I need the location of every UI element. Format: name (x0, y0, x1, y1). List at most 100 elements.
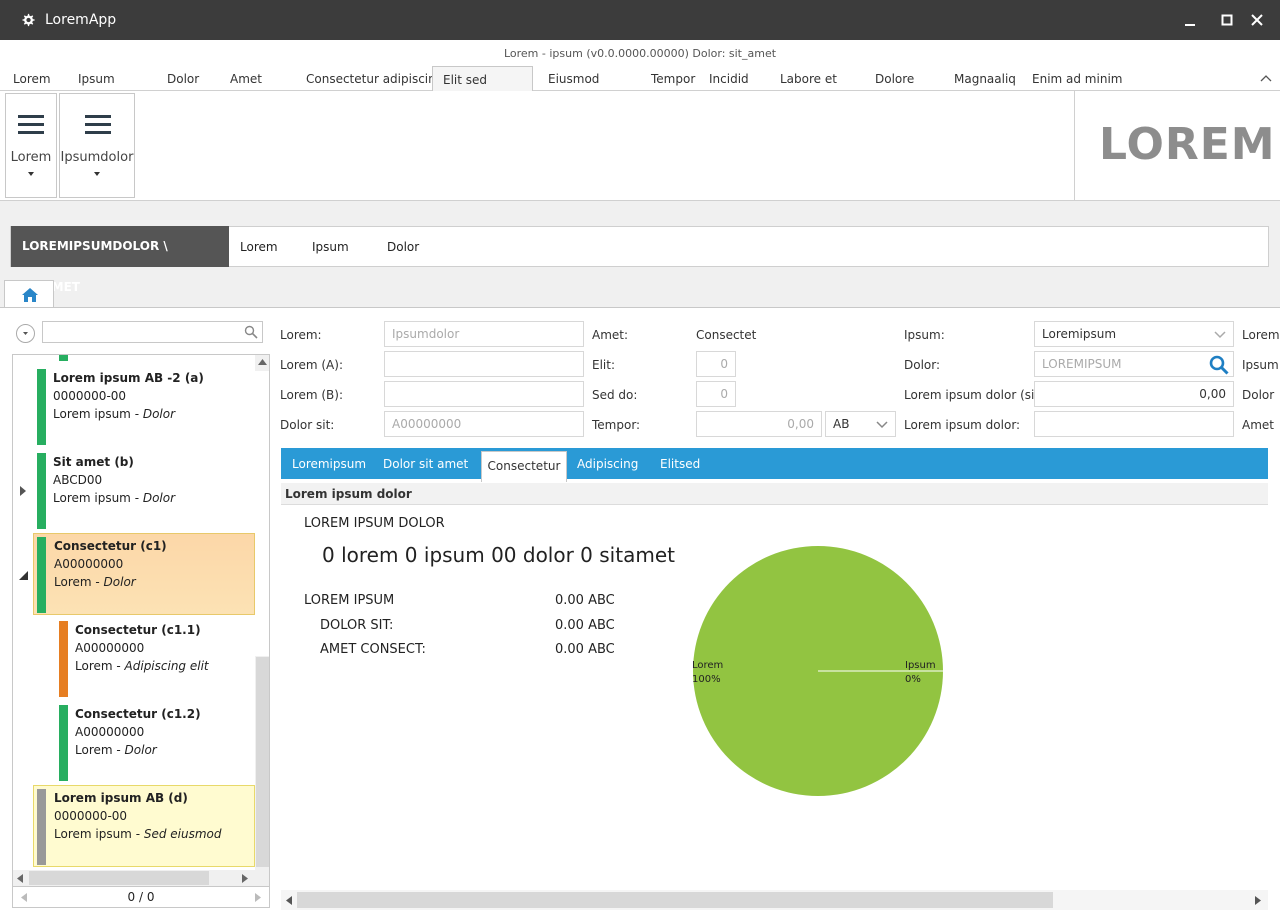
status-label: Amet: (592, 328, 629, 342)
breadcrumb-link[interactable]: Dolor (387, 227, 419, 267)
scroll-left-icon[interactable] (17, 874, 23, 883)
next-page-icon[interactable] (255, 893, 261, 902)
truncated-label: Ipsum (1242, 358, 1279, 372)
priority-field[interactable]: 0 (696, 381, 736, 407)
tree-item-highlighted[interactable]: Lorem ipsum AB (d) 0000000-00 Lorem ipsu… (33, 785, 255, 867)
detail-horizontal-scrollbar[interactable] (281, 890, 1268, 910)
menu-item[interactable]: Lorem (13, 66, 51, 91)
tree-item[interactable]: Consectetur (c1.2) A00000000 Lorem - Dol… (59, 705, 255, 787)
search-icon (244, 325, 258, 339)
production-ribbon-button[interactable]: Lorem (5, 93, 57, 198)
menu-item[interactable]: Dolore (875, 66, 914, 91)
tree-item[interactable]: Lorem ipsum AB -2 (a) 0000000-00 Lorem i… (37, 369, 255, 451)
overhead-field[interactable]: 0,00 (1034, 381, 1234, 407)
tree-item-code: 0000000-00 (54, 809, 128, 823)
tree-status-bar (59, 705, 68, 781)
name-a-field[interactable] (384, 351, 584, 377)
scroll-left-icon[interactable] (286, 896, 292, 905)
stock-field-value: LOREMIPSUM (1042, 357, 1122, 371)
expand-arrow-icon[interactable] (19, 486, 27, 496)
breadcrumb-link[interactable]: Lorem (240, 227, 278, 267)
home-tab[interactable] (4, 280, 54, 308)
tree-horizontal-scrollbar[interactable] (12, 870, 270, 886)
collapse-arrow-icon[interactable] (19, 571, 28, 580)
main-menu: Lorem Ipsum Dolor Amet Consectetur adipi… (0, 66, 1280, 92)
caret-down-icon (94, 172, 100, 176)
cost-pie-chart: Lorem 100% Ipsum 0% (692, 546, 943, 796)
menu-item[interactable]: Eiusmod (548, 66, 599, 91)
truncated-label: Dolor (1242, 388, 1275, 402)
status-value: Consectet (696, 328, 757, 342)
scrollbar-thumb[interactable] (256, 657, 269, 867)
menu-item[interactable]: Tempor (651, 66, 695, 91)
production-plan-ribbon-button[interactable]: Ipsumdolor (59, 93, 135, 198)
name-a-label: Lorem (A): (280, 358, 343, 372)
tree-item-type: Lorem - Dolor (75, 743, 157, 757)
scroll-up-icon[interactable] (258, 359, 267, 365)
tab-precalculation[interactable]: Consectetur (481, 451, 567, 482)
menu-item[interactable]: Ipsum (78, 66, 115, 91)
scroll-right-icon[interactable] (242, 874, 248, 883)
min-serial-field[interactable] (1034, 411, 1234, 437)
tree-options-button[interactable] (16, 324, 35, 343)
quantity-label: Tempor: (592, 418, 641, 432)
tree-vertical-scrollbar[interactable] (255, 355, 269, 885)
scrollbar-thumb[interactable] (297, 892, 1053, 908)
tab-packaging[interactable]: Elitsed (660, 448, 700, 479)
chevron-up-icon[interactable] (1260, 72, 1272, 84)
external-code-field[interactable]: A00000000 (384, 411, 584, 437)
tree-item-type: Lorem ipsum - Sed eiusmod (54, 827, 222, 841)
tree-item[interactable]: Consectetur (c1.1) A00000000 Lorem - Adi… (59, 621, 255, 703)
gear-icon (22, 13, 35, 27)
tree-item-code: A00000000 (75, 725, 145, 739)
tab-subcontractor[interactable]: Adipiscing (577, 448, 638, 479)
menu-item[interactable]: Dolor (167, 66, 199, 91)
type-select[interactable]: Loremipsum (1034, 321, 1234, 347)
menu-item[interactable]: Amet (230, 66, 262, 91)
tree-item-selected[interactable]: Consectetur (c1) A00000000 Lorem - Dolor (33, 533, 255, 615)
version-field[interactable]: 0 (696, 351, 736, 377)
name-i-field[interactable] (384, 381, 584, 407)
menu-item[interactable]: Enim ad minim (1032, 66, 1122, 91)
tab-execution-plan[interactable]: Dolor sit amet (383, 448, 468, 479)
ribbon: Lorem Ipsumdolor LOREM (0, 91, 1280, 201)
overhead-label: Lorem ipsum dolor (sit): (904, 388, 1048, 402)
unit-select[interactable]: AB (825, 411, 896, 437)
menu-item-active[interactable]: Elit sed (432, 66, 533, 92)
quantity-field[interactable]: 0,00 (696, 411, 822, 437)
version-label: Elit: (592, 358, 615, 372)
search-icon[interactable] (1209, 355, 1229, 375)
maximize-icon[interactable] (1217, 10, 1237, 30)
scrollbar-thumb[interactable] (29, 871, 209, 885)
stock-field[interactable]: LOREMIPSUM (1034, 351, 1234, 377)
operation-cost-value: 0.00 ABC (555, 642, 615, 657)
product-tree: Lorem ipsum AB -2 (a) 0000000-00 Lorem i… (12, 354, 270, 886)
scroll-right-icon[interactable] (1255, 896, 1261, 905)
name-field[interactable]: Ipsumdolor (384, 321, 584, 347)
menu-item[interactable]: Magnaaliq (954, 66, 1016, 91)
tree-status-bar (59, 355, 68, 361)
chevron-down-icon (876, 421, 888, 429)
menu-item[interactable]: Consectetur adipiscing (306, 66, 443, 91)
material-cost-label: DOLOR SIT: (320, 618, 394, 633)
menu-item[interactable]: Incidid (709, 66, 749, 91)
tree-status-bar (59, 621, 68, 697)
pie-slice-percent-label: 0% (905, 674, 921, 685)
tree-item[interactable]: Sit amet (b) ABCD00 Lorem ipsum - Dolor (37, 453, 255, 535)
breadcrumb-link[interactable]: Ipsum (312, 227, 349, 267)
duration-value: 0 lorem 0 ipsum 00 dolor 0 sitamet (322, 543, 675, 567)
tree-item-name: Lorem ipsum AB -2 (a) (53, 371, 204, 385)
tree-status-bar (37, 453, 46, 529)
section-header: Lorem ipsum dolor (281, 483, 1268, 505)
breadcrumb-title: LOREMIPSUMDOLOR \ SITAMET (11, 226, 229, 294)
unit-select-value: AB (833, 417, 850, 431)
caret-down-icon (28, 172, 34, 176)
pie-slice-label: Ipsum (905, 660, 936, 671)
tree-search-input[interactable] (42, 321, 263, 343)
ribbon-button-label: Ipsumdolor (60, 150, 134, 165)
minimize-icon[interactable] (1180, 10, 1200, 30)
section-title: Lorem ipsum dolor (285, 487, 412, 501)
menu-item[interactable]: Labore et (780, 66, 837, 91)
close-icon[interactable] (1247, 10, 1267, 30)
tab-bom[interactable]: Loremipsum (292, 448, 366, 479)
